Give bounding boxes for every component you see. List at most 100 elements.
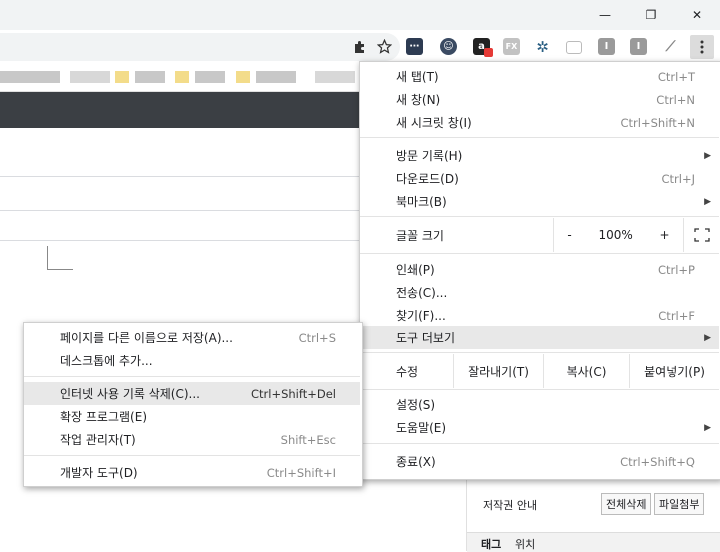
save-page-label: 페이지를 다른 이름으로 저장(A)... <box>60 331 233 345</box>
settings-label: 설정(S) <box>396 398 436 412</box>
bookmark-item[interactable] <box>256 71 296 83</box>
submenu-developer-tools[interactable]: 개발자 도구(D) Ctrl+Shift+I <box>24 461 360 484</box>
ext-fx-icon[interactable]: FX <box>503 38 520 55</box>
exit-shortcut: Ctrl+Shift+Q <box>620 454 695 469</box>
maximize-button[interactable]: ❐ <box>628 0 674 30</box>
submenu-save-page[interactable]: 페이지를 다른 이름으로 저장(A)... Ctrl+S <box>24 326 360 349</box>
delete-all-button[interactable]: 전체삭제 <box>601 493 652 515</box>
new-tab-label: 새 탭(T) <box>396 70 439 84</box>
menu-history[interactable]: 방문 기록(H) ▶ <box>360 144 719 167</box>
maximize-icon: ❐ <box>645 8 657 22</box>
submenu-task-manager[interactable]: 작업 관리자(T) Shift+Esc <box>24 428 360 451</box>
menu-cast[interactable]: 전송(C)... <box>360 281 719 304</box>
incognito-label: 새 시크릿 창(I) <box>396 116 472 130</box>
ext-gear-icon[interactable]: ✲ <box>534 38 551 56</box>
star-icon[interactable] <box>375 37 393 55</box>
help-label: 도움말(E) <box>396 421 447 435</box>
ext-window-icon[interactable] <box>566 41 582 54</box>
puzzle-icon[interactable] <box>351 38 369 56</box>
cut-button[interactable]: 잘라내기(T) <box>453 354 543 388</box>
ext-i2-icon[interactable]: I <box>630 38 647 55</box>
minimize-icon: — <box>599 8 611 22</box>
ext-dots-icon[interactable]: ⋯ <box>406 38 423 55</box>
downloads-shortcut: Ctrl+J <box>661 171 696 186</box>
paste-label: 붙여넣기(P) <box>644 364 705 379</box>
menu-find[interactable]: 찾기(F)... Ctrl+F <box>360 304 719 327</box>
new-window-shortcut: Ctrl+N <box>656 92 695 107</box>
menu-downloads[interactable]: 다운로드(D) Ctrl+J <box>360 167 719 190</box>
more-tools-label: 도구 더보기 <box>396 331 456 345</box>
downloads-label: 다운로드(D) <box>396 172 459 186</box>
bookmark-item[interactable] <box>70 71 110 83</box>
menu-exit[interactable]: 종료(X) Ctrl+Shift+Q <box>360 450 719 473</box>
attach-file-button[interactable]: 파일첨부 <box>654 493 705 515</box>
ext-smile-icon[interactable]: ☺ <box>440 38 457 55</box>
more-menu-button[interactable] <box>690 35 714 59</box>
menu-separator <box>24 376 360 377</box>
minimize-button[interactable]: — <box>582 0 628 30</box>
copy-button[interactable]: 복사(C) <box>543 354 629 388</box>
menu-separator <box>360 352 719 353</box>
history-label: 방문 기록(H) <box>396 149 463 163</box>
new-window-label: 새 창(N) <box>396 93 441 107</box>
menu-separator <box>24 455 360 456</box>
find-label: 찾기(F)... <box>396 309 446 323</box>
submenu-arrow-icon: ▶ <box>704 150 711 161</box>
menu-incognito[interactable]: 새 시크릿 창(I) Ctrl+Shift+N <box>360 111 719 134</box>
divider <box>0 210 359 211</box>
tag-label: 태그 <box>481 538 502 551</box>
menu-separator <box>360 137 719 138</box>
copyright-label[interactable]: 저작권 안내 <box>483 497 537 513</box>
ext-i1-icon[interactable]: I <box>598 38 615 55</box>
bookmark-folder-icon[interactable] <box>175 71 189 83</box>
divider <box>0 176 359 177</box>
menu-separator <box>360 253 719 254</box>
bookmark-item[interactable] <box>0 71 60 83</box>
zoom-in-button[interactable]: + <box>660 228 670 242</box>
menu-new-window[interactable]: 새 창(N) Ctrl+N <box>360 88 719 111</box>
chrome-main-menu: 새 탭(T) Ctrl+T 새 창(N) Ctrl+N 새 시크릿 창(I) C… <box>359 61 720 480</box>
bookmark-folder-icon[interactable] <box>236 71 250 83</box>
fullscreen-button[interactable] <box>683 218 719 252</box>
menu-separator <box>360 443 719 444</box>
incognito-shortcut: Ctrl+Shift+N <box>620 115 695 130</box>
close-button[interactable]: ✕ <box>674 0 720 30</box>
badge-icon <box>484 48 493 57</box>
menu-help[interactable]: 도움말(E) ▶ <box>360 416 719 439</box>
submenu-extensions[interactable]: 확장 프로그램(E) <box>24 405 360 428</box>
cast-label: 전송(C)... <box>396 286 448 300</box>
find-shortcut: Ctrl+F <box>658 308 695 323</box>
divider <box>0 240 359 241</box>
menu-separator <box>360 389 719 390</box>
edit-label: 수정 <box>396 364 419 379</box>
menu-new-tab[interactable]: 새 탭(T) Ctrl+T <box>360 65 719 88</box>
more-tools-submenu: 페이지를 다른 이름으로 저장(A)... Ctrl+S 데스크톱에 추가...… <box>23 322 363 487</box>
submenu-add-to-desktop[interactable]: 데스크톱에 추가... <box>24 349 360 372</box>
bookmark-item[interactable] <box>135 71 165 83</box>
zoom-controls: - 100% + <box>553 218 683 252</box>
menu-settings[interactable]: 설정(S) <box>360 393 719 416</box>
submenu-arrow-icon: ▶ <box>704 422 711 433</box>
bookmark-folder-icon[interactable] <box>115 71 129 83</box>
save-page-shortcut: Ctrl+S <box>298 330 336 345</box>
new-tab-shortcut: Ctrl+T <box>657 69 695 84</box>
menu-more-tools[interactable]: 도구 더보기 ▶ <box>360 326 719 349</box>
submenu-clear-browsing-data[interactable]: 인터넷 사용 기록 삭제(C)... Ctrl+Shift+Del <box>24 382 360 405</box>
paste-button[interactable]: 붙여넣기(P) <box>629 354 719 388</box>
bookmark-item[interactable] <box>195 71 225 83</box>
task-manager-shortcut: Shift+Esc <box>280 432 336 447</box>
task-manager-label: 작업 관리자(T) <box>60 433 136 447</box>
menu-bookmarks[interactable]: 북마크(B) ▶ <box>360 190 719 213</box>
bookmark-item[interactable] <box>315 71 355 83</box>
address-bar[interactable] <box>0 33 400 61</box>
exit-label: 종료(X) <box>396 455 436 469</box>
print-label: 인쇄(P) <box>396 263 435 277</box>
clear-data-label: 인터넷 사용 기록 삭제(C)... <box>60 387 200 401</box>
bookmarks-label: 북마크(B) <box>396 195 447 209</box>
clear-data-shortcut: Ctrl+Shift+Del <box>251 386 336 401</box>
zoom-out-button[interactable]: - <box>567 228 571 242</box>
menu-print[interactable]: 인쇄(P) Ctrl+P <box>360 258 719 281</box>
cut-label: 잘라내기(T) <box>468 364 529 379</box>
submenu-arrow-icon: ▶ <box>704 332 711 343</box>
ext-tag-icon[interactable]: ⟋ <box>662 38 679 55</box>
